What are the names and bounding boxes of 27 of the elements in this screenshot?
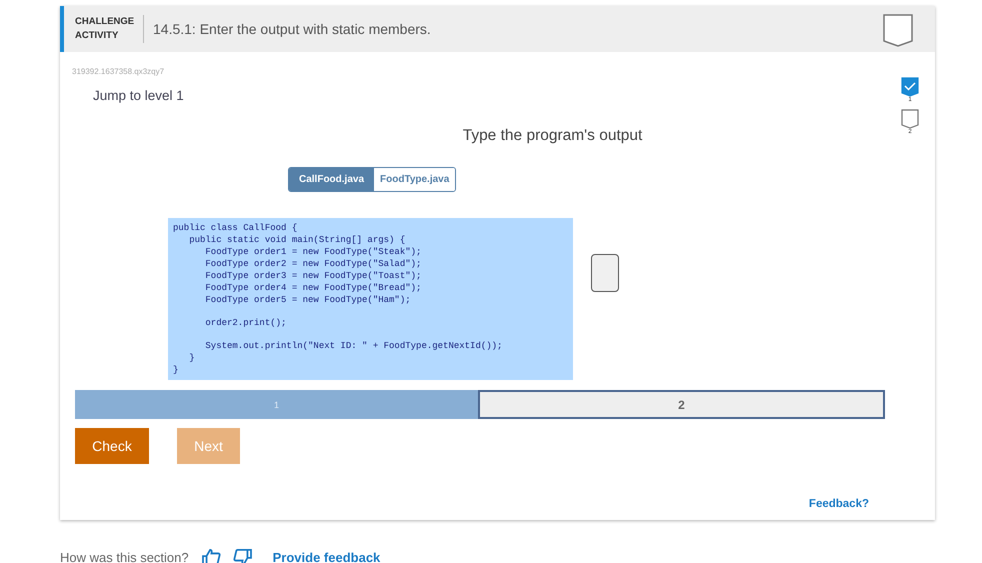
code-line: FoodType order1 = new FoodType("Steak"); xyxy=(204,246,422,258)
code-line: public class CallFood { xyxy=(173,222,298,234)
activity-title: 14.5.1: Enter the output with static members. xyxy=(152,21,432,37)
activity-id: 319392.1637358.qx3zqy7 xyxy=(72,67,164,76)
check-button[interactable]: Check xyxy=(75,428,149,464)
feedback-link[interactable]: Feedback? xyxy=(808,498,869,510)
code-line: FoodType order2 = new FoodType("Salad"); xyxy=(204,258,422,270)
provide-feedback-link[interactable]: Provide feedback xyxy=(272,550,380,563)
thumbs-down-icon[interactable] xyxy=(232,549,253,563)
instructions: Type the program's output xyxy=(462,127,642,145)
level-icon[interactable] xyxy=(901,109,919,129)
code-line: public static void main(String[] args) { xyxy=(188,234,406,246)
section-question: How was this section? xyxy=(60,550,189,563)
code-line: order2.print(); xyxy=(204,317,288,329)
code-line: FoodType order5 = new FoodType("Ham"); xyxy=(204,294,412,306)
code-line: FoodType order4 = new FoodType("Bread"); xyxy=(204,282,422,294)
checked-level-icon[interactable] xyxy=(901,77,919,97)
code-line: } xyxy=(173,364,180,376)
thumbs-up-icon[interactable] xyxy=(200,549,221,563)
code-line: FoodType order3 = new FoodType("Toast"); xyxy=(204,270,422,282)
activity-label: CHALLENGE ACTIVITY xyxy=(75,15,144,43)
file-tab[interactable]: CallFood.java xyxy=(289,168,374,191)
answer-box[interactable] xyxy=(591,254,619,292)
level-segment[interactable]: 2 xyxy=(478,390,885,419)
jump-link[interactable]: Jump to level 1 xyxy=(93,88,184,103)
code-line: System.out.println("Next ID: " + FoodType.getNextId()); xyxy=(204,340,504,352)
code-line: } xyxy=(188,352,196,364)
